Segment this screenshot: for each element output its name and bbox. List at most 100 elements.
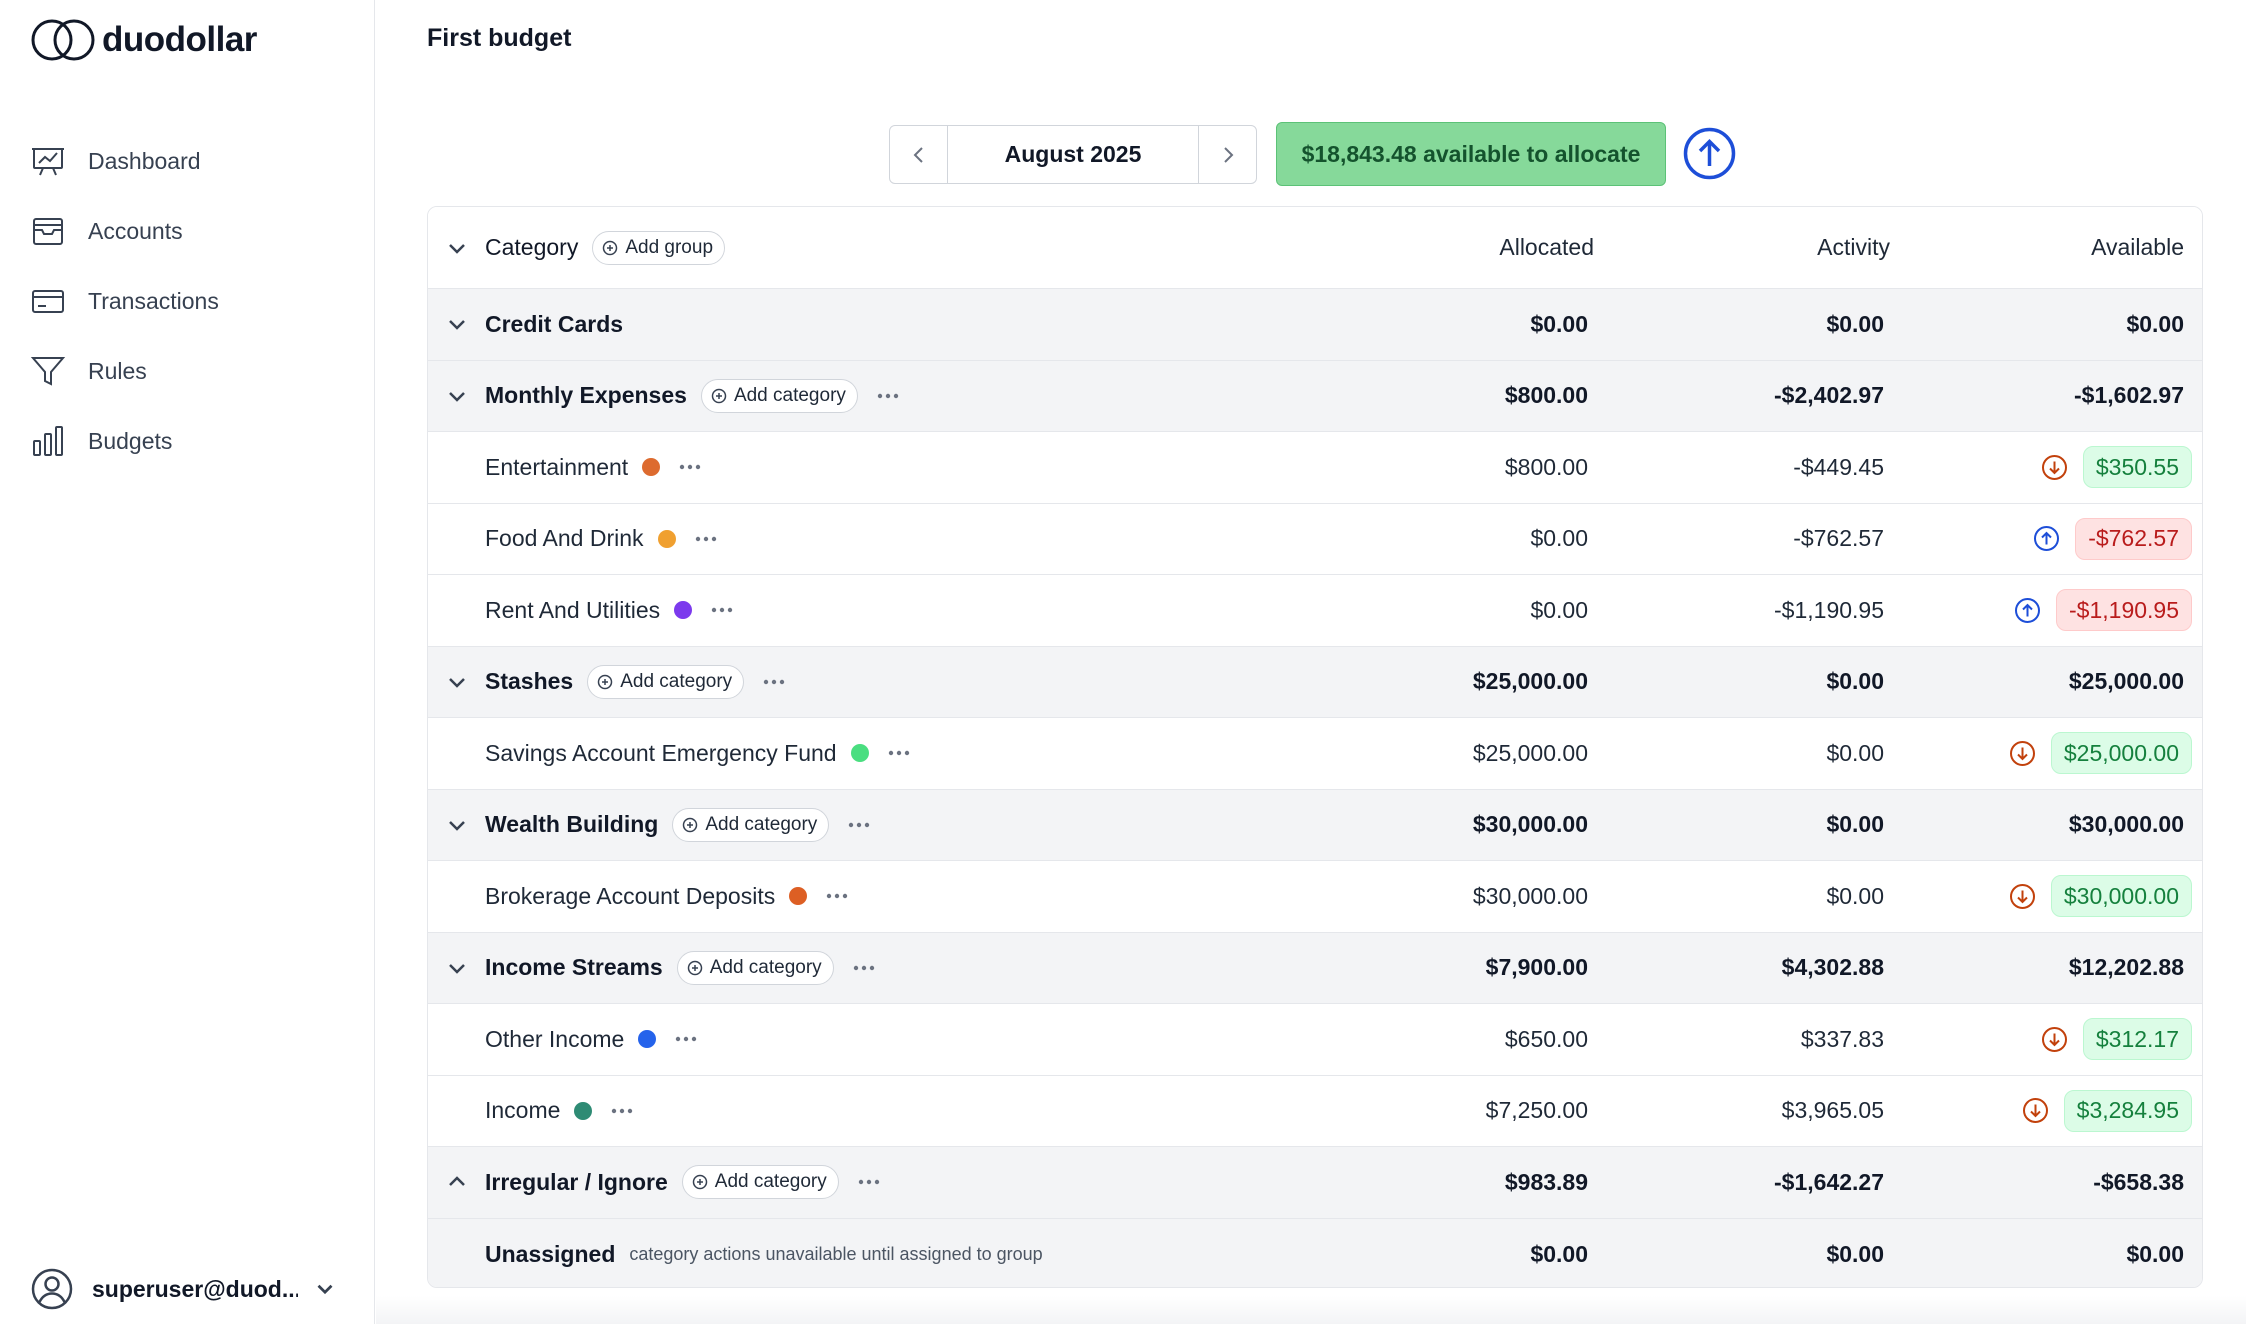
sidebar-item-transactions[interactable]: Transactions — [30, 266, 350, 336]
add-group-button[interactable]: Add group — [592, 230, 726, 265]
accounts-icon — [33, 218, 63, 245]
category-allocated[interactable]: $25,000.00 — [1473, 740, 1588, 767]
category-activity: $3,965.05 — [1781, 1097, 1884, 1124]
category-row-food-and-drink: Food And Drink $0.00 -$762.57 -$762.57 — [428, 503, 2202, 575]
group-name: Credit Cards — [485, 310, 624, 337]
group-toggle-wealth-building[interactable] — [442, 810, 472, 840]
more-horizontal-icon — [825, 892, 849, 900]
move-money-down-icon[interactable] — [2009, 740, 2036, 767]
sidebar-item-rules[interactable]: Rules — [30, 336, 350, 406]
category-allocated[interactable]: $0.00 — [1530, 597, 1588, 624]
more-horizontal-icon — [694, 535, 718, 543]
category-allocated[interactable]: $7,250.00 — [1486, 1097, 1588, 1124]
category-name[interactable]: Food And Drink — [485, 525, 644, 552]
sidebar-item-budgets[interactable]: Budgets — [30, 406, 350, 476]
category-allocated[interactable]: $30,000.00 — [1473, 883, 1588, 910]
group-toggle-monthly-expenses[interactable] — [442, 381, 472, 411]
month-navigator: August 2025 — [889, 125, 1257, 184]
category-more-options-button[interactable] — [608, 1099, 636, 1123]
group-row-income-streams: Income Streams Add category $7,900.00 $4,30… — [428, 932, 2202, 1004]
category-color-dot[interactable] — [642, 458, 661, 477]
group-toggle-credit-cards[interactable] — [442, 309, 472, 339]
category-color-dot[interactable] — [574, 1101, 593, 1120]
add-category-button[interactable]: Add category — [700, 378, 858, 413]
move-money-up-icon[interactable] — [2033, 525, 2060, 552]
group-more-options-button[interactable] — [855, 1170, 883, 1194]
category-color-dot[interactable] — [789, 887, 808, 906]
category-color-dot[interactable] — [657, 529, 676, 548]
group-more-options-button[interactable] — [760, 670, 788, 694]
group-more-options-button[interactable] — [845, 813, 873, 837]
category-more-options-button[interactable] — [823, 884, 851, 908]
group-name: Irregular / Ignore — [485, 1168, 668, 1195]
group-allocated: $25,000.00 — [1472, 668, 1588, 695]
sidebar-item-accounts[interactable]: Accounts — [30, 196, 350, 266]
next-month-button[interactable] — [1199, 126, 1256, 183]
group-toggle-stashes[interactable] — [442, 667, 472, 697]
category-available-badge: $3,284.95 — [2063, 1089, 2192, 1132]
category-allocated[interactable]: $0.00 — [1530, 525, 1588, 552]
category-color-dot[interactable] — [674, 601, 693, 620]
category-allocated[interactable]: $650.00 — [1505, 1026, 1588, 1053]
plus-circle-icon — [687, 960, 710, 976]
chevron-down-icon — [446, 957, 468, 979]
category-allocated[interactable]: $800.00 — [1505, 454, 1588, 481]
add-category-button[interactable]: Add category — [681, 1165, 839, 1200]
more-horizontal-icon — [678, 463, 702, 471]
app-logo[interactable]: duodollar — [30, 16, 257, 64]
user-menu[interactable]: superuser@duod... — [30, 1264, 350, 1314]
add-category-button[interactable]: Add category — [672, 807, 830, 842]
page-title: First budget — [427, 24, 572, 52]
allocate-up-arrow-icon[interactable] — [1682, 126, 1737, 181]
move-money-down-icon[interactable] — [2022, 1097, 2049, 1124]
category-more-options-button[interactable] — [708, 598, 736, 622]
chevron-down-icon — [446, 814, 468, 836]
group-activity: $0.00 — [1826, 668, 1884, 695]
collapse-all-toggle[interactable] — [442, 233, 472, 263]
transactions-icon — [32, 290, 64, 313]
add-category-button[interactable]: Add category — [676, 950, 834, 985]
category-name[interactable]: Rent And Utilities — [485, 597, 660, 624]
move-money-down-icon[interactable] — [2041, 1026, 2068, 1053]
group-toggle-income-streams[interactable] — [442, 953, 472, 983]
group-name: Income Streams — [485, 954, 663, 981]
group-row-wealth-building: Wealth Building Add category $30,000.00 $0.… — [428, 789, 2202, 861]
move-money-up-icon[interactable] — [2014, 597, 2041, 624]
available-to-allocate-button[interactable]: $18,843.48 available to allocate — [1276, 122, 1666, 186]
current-month[interactable]: August 2025 — [947, 126, 1199, 183]
chevron-down-icon — [446, 385, 468, 407]
category-more-options-button[interactable] — [692, 527, 720, 551]
group-activity: $4,302.88 — [1781, 954, 1884, 981]
sidebar-item-dashboard[interactable]: Dashboard — [30, 126, 350, 196]
category-activity: $0.00 — [1826, 739, 1884, 766]
group-allocated: $0.00 — [1530, 310, 1588, 337]
category-color-dot[interactable] — [638, 1030, 657, 1049]
group-available: -$658.38 — [2093, 1168, 2184, 1195]
category-name[interactable]: Other Income — [485, 1026, 624, 1053]
group-available: $0.00 — [2126, 310, 2184, 337]
category-name[interactable]: Income — [485, 1097, 560, 1124]
dashboard-icon — [32, 148, 64, 176]
chevron-down-icon — [317, 1284, 333, 1295]
budget-table: Category Add group Allocated Activity Av… — [427, 206, 2203, 1288]
category-color-dot[interactable] — [850, 744, 869, 763]
category-more-options-button[interactable] — [676, 455, 704, 479]
category-name[interactable]: Savings Account Emergency Fund — [485, 740, 837, 767]
move-money-down-icon[interactable] — [2009, 883, 2036, 910]
available-column-header: Available — [2091, 234, 2184, 260]
category-name[interactable]: Entertainment — [485, 454, 628, 481]
group-more-options-button[interactable] — [850, 956, 878, 980]
move-money-down-icon[interactable] — [2041, 454, 2068, 481]
group-toggle-irregular-ignore[interactable] — [442, 1167, 472, 1197]
group-available: -$1,602.97 — [2074, 382, 2184, 409]
previous-month-button[interactable] — [890, 126, 947, 183]
category-more-options-button[interactable] — [885, 741, 913, 765]
category-name[interactable]: Brokerage Account Deposits — [485, 883, 775, 910]
group-more-options-button[interactable] — [874, 384, 902, 408]
category-available-badge: $25,000.00 — [2050, 732, 2192, 775]
group-available: $25,000.00 — [2068, 668, 2184, 695]
group-available: $12,202.88 — [2068, 954, 2184, 981]
add-category-button[interactable]: Add category — [587, 664, 745, 699]
plus-circle-icon — [603, 240, 618, 255]
category-more-options-button[interactable] — [672, 1027, 700, 1051]
